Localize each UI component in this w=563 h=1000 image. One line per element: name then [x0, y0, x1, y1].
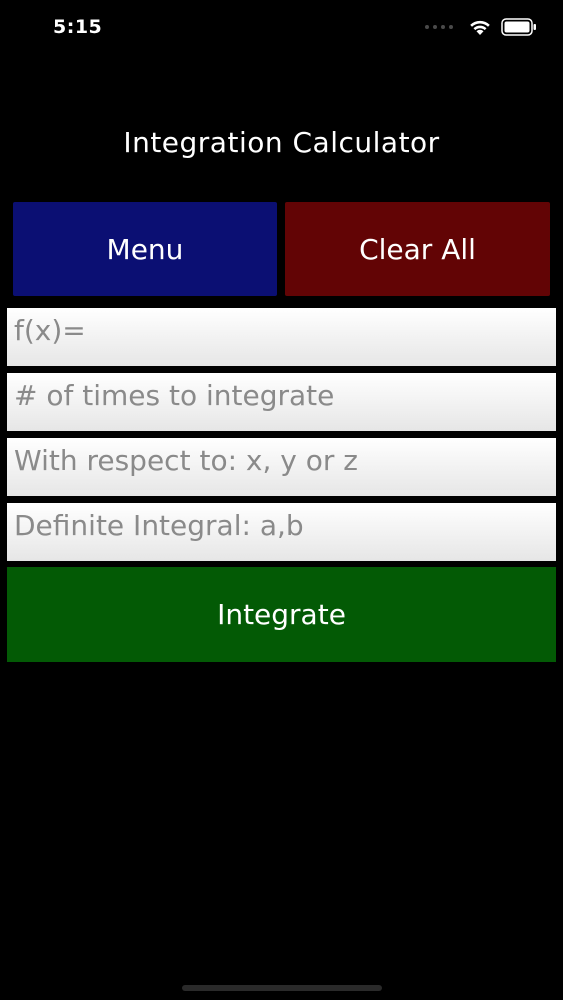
battery-icon	[501, 18, 536, 36]
times-to-integrate-input[interactable]: # of times to integrate	[7, 373, 556, 431]
status-time: 5:15	[53, 16, 103, 38]
definite-integral-bounds-input[interactable]: Definite Integral: a,b	[7, 503, 556, 561]
status-bar: 5:15	[0, 0, 563, 60]
clear-all-button[interactable]: Clear All	[285, 202, 550, 296]
function-input[interactable]: f(x)=	[7, 308, 556, 366]
status-icons	[425, 18, 537, 36]
menu-button[interactable]: Menu	[13, 202, 277, 296]
home-indicator[interactable]	[182, 985, 382, 991]
respect-to-variable-input[interactable]: With respect to: x, y or z	[7, 438, 556, 496]
signal-dots-icon	[425, 25, 453, 29]
integrate-button[interactable]: Integrate	[7, 567, 556, 662]
page-title: Integration Calculator	[123, 126, 440, 159]
wifi-icon	[470, 20, 490, 35]
